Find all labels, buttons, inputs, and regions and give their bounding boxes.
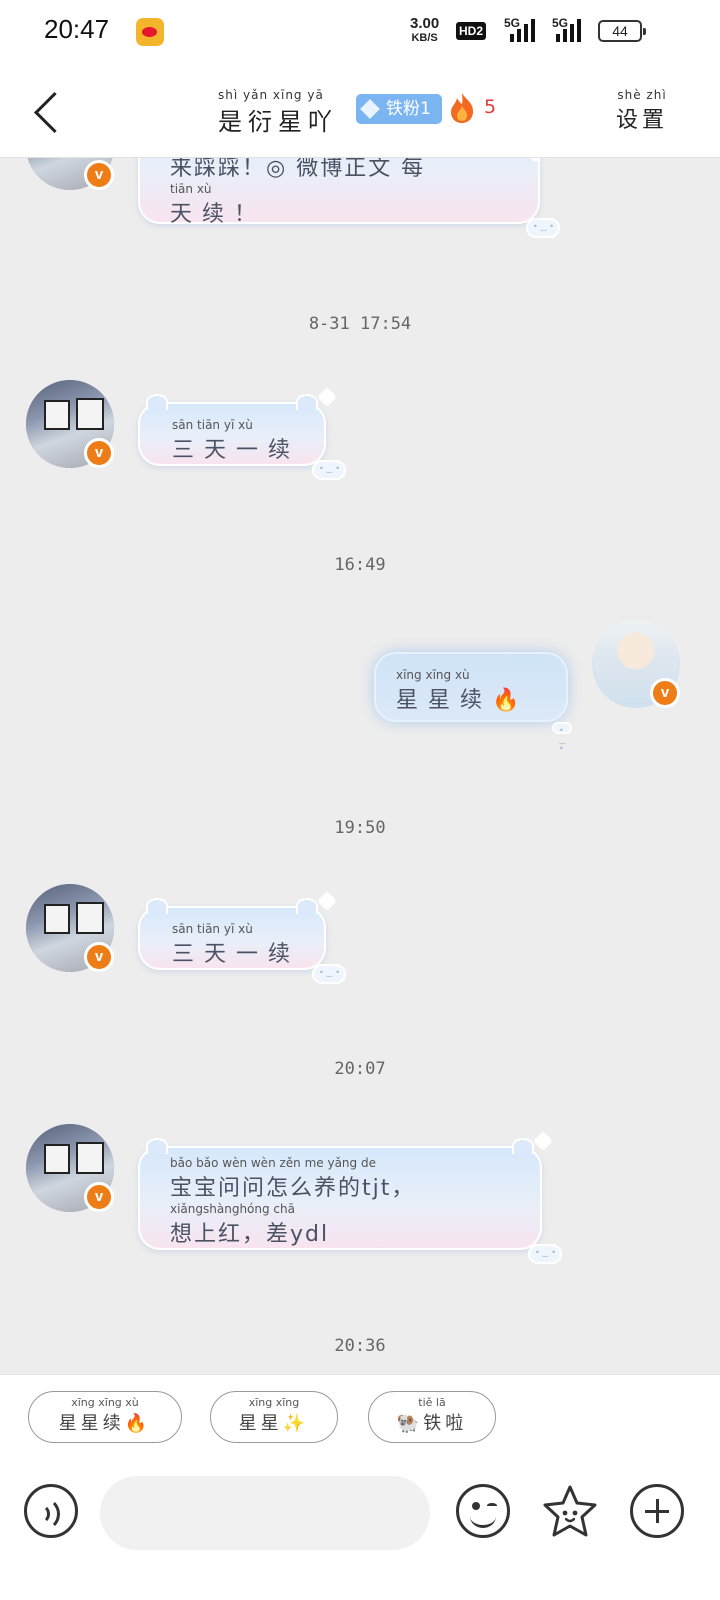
settings-pinyin: shè zhì	[617, 88, 667, 102]
verified-badge-icon: v	[84, 942, 114, 972]
emoji-icon[interactable]	[456, 1484, 510, 1538]
message-pinyin: sān tiān yī xù	[172, 418, 253, 432]
message-bubble[interactable]: 来踩踩！◎ 微博正文 每 tiān xù 天续！	[138, 158, 560, 238]
verified-badge-icon: v	[84, 160, 114, 190]
quick-reply-chip[interactable]: xīng xīng 星星✨	[210, 1391, 338, 1443]
fan-badge-label: 铁粉1	[386, 99, 431, 119]
timestamp: 20:36	[334, 1336, 386, 1356]
diamond-icon	[360, 99, 380, 119]
message-text: 三天一续	[172, 438, 301, 463]
message-bubble[interactable]: bǎo bǎo wèn wèn zěn me yǎng de 宝宝问问怎么养的t…	[138, 1131, 562, 1264]
message-pinyin: tiān xù	[170, 182, 212, 196]
signal-bars-icon	[556, 18, 586, 42]
message-text: 宝宝问问怎么养的tjt，	[170, 1176, 416, 1201]
message-text: 想上红，差ydl	[170, 1222, 330, 1247]
chat-header: shì yǎn xīng yā 是衍星吖 铁粉1 5 shè zhì 设置	[0, 66, 720, 158]
chip-label: 星星✨	[238, 1413, 310, 1434]
message-text: 星星续🔥	[396, 688, 530, 713]
my-message-bubble[interactable]: xīng xīng xù 星星续🔥	[374, 652, 572, 753]
verified-badge-icon: v	[84, 438, 114, 468]
chat-message-list[interactable]: v 来踩踩！◎ 微博正文 每 tiān xù 天续！ 8-31 17:54 v …	[0, 158, 720, 1374]
battery-icon: 44	[598, 20, 646, 42]
verified-badge-icon: v	[650, 678, 680, 708]
timestamp: 16:49	[334, 555, 386, 575]
settings-button[interactable]: shè zhì 设置	[616, 88, 668, 134]
title-pinyin: shì yǎn xīng yā	[218, 88, 324, 102]
message-bubble[interactable]: sān tiān yī xù 三天一续	[138, 387, 346, 480]
voice-icon[interactable]	[24, 1484, 78, 1538]
timestamp: 19:50	[334, 818, 386, 838]
status-bar: 20:47 3.00 KB/S HD2 5G 5G 44	[0, 0, 720, 66]
chip-pinyin: xīng xīng	[248, 1396, 300, 1409]
chat-title: shì yǎn xīng yā 是衍星吖	[218, 88, 338, 137]
star-sticker-icon[interactable]	[540, 1482, 600, 1542]
back-arrow-icon[interactable]	[30, 88, 70, 136]
message-bubble[interactable]: sān tiān yī xù 三天一续	[138, 891, 346, 984]
message-pinyin: xīng xīng xù	[396, 668, 470, 682]
chip-pinyin: tiě lā	[418, 1396, 446, 1409]
weibo-icon	[136, 18, 164, 46]
message-pinyin: xiǎngshànghóng chā	[170, 1202, 295, 1216]
message-pinyin: sān tiān yī xù	[172, 922, 253, 936]
fire-icon	[451, 93, 474, 123]
timestamp: 8-31 17:54	[308, 314, 412, 334]
fan-level-badge[interactable]: 铁粉1	[356, 94, 442, 124]
settings-label: 设置	[616, 108, 669, 133]
message-input-bar	[0, 1460, 720, 1600]
status-time: 20:47	[44, 14, 110, 44]
chip-label: 🐏铁啦	[396, 1413, 468, 1434]
fire-streak-count: 5	[484, 96, 497, 118]
timestamp: 20:07	[334, 1059, 386, 1079]
chip-pinyin: xīng xīng xù	[71, 1396, 139, 1409]
net-speed: 3.00 KB/S	[410, 16, 439, 46]
verified-badge-icon: v	[84, 1182, 114, 1212]
quick-reply-chip[interactable]: xīng xīng xù 星星续🔥	[28, 1391, 182, 1443]
message-text: 天续！	[170, 202, 267, 227]
net-speed-unit: KB/S	[411, 32, 438, 44]
chip-label: 星星续🔥	[58, 1413, 152, 1434]
message-pinyin: bǎo bǎo wèn wèn zěn me yǎng de	[170, 1156, 376, 1170]
quick-reply-bar: xīng xīng xù 星星续🔥 xīng xīng 星星✨ tiě lā 🐏…	[0, 1374, 720, 1460]
message-text: 三天一续	[172, 942, 301, 967]
net-speed-value: 3.00	[410, 15, 440, 32]
hd-indicator: HD2	[456, 22, 487, 40]
quick-reply-chip[interactable]: tiě lā 🐏铁啦	[368, 1391, 496, 1443]
plus-icon[interactable]	[630, 1484, 684, 1538]
message-input[interactable]	[100, 1476, 430, 1550]
signal-bars-icon	[510, 18, 540, 42]
title-text: 是衍星吖	[218, 108, 338, 136]
message-text: 来踩踩！◎ 微博正文 每	[170, 158, 426, 181]
